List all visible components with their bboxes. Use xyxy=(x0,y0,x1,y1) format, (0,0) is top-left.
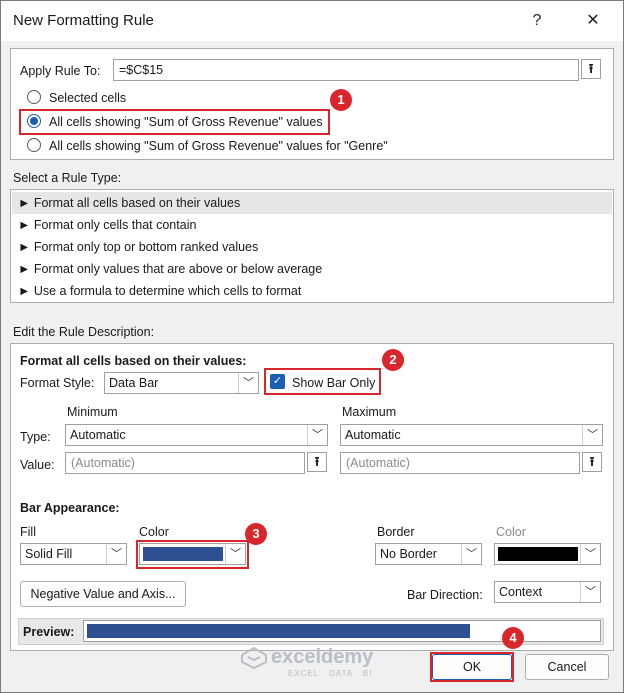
help-icon[interactable]: ? xyxy=(525,9,549,33)
collapse-dialog-icon[interactable]: ⭱ xyxy=(582,452,602,472)
highlight-box-3 xyxy=(136,540,249,569)
negative-value-axis-button[interactable]: Negative Value and Axis... xyxy=(20,581,186,607)
exceldemy-logo-icon xyxy=(241,646,267,670)
bar-direction-dropdown[interactable]: Context ﹀ xyxy=(494,581,601,603)
min-type-dropdown[interactable]: Automatic ﹀ xyxy=(65,424,328,446)
watermark-brand: exceldemy xyxy=(271,646,374,668)
maximum-label: Maximum xyxy=(342,405,397,419)
chevron-down-icon: ﹀ xyxy=(307,425,327,445)
format-style-label: Format Style: xyxy=(20,376,95,390)
rule-description-label: Edit the Rule Description: xyxy=(13,325,155,339)
border-color-swatch xyxy=(498,547,578,561)
chevron-down-icon: ﹀ xyxy=(580,544,600,564)
rule-type-list: ► Format all cells based on their values… xyxy=(10,189,614,303)
close-icon[interactable]: ✕ xyxy=(581,9,605,33)
min-type-value: Automatic xyxy=(70,428,126,442)
border-type-value: No Border xyxy=(380,547,437,561)
rule-type-item[interactable]: ► Format all cells based on their values xyxy=(12,192,612,214)
preview-label: Preview: xyxy=(23,625,75,639)
rule-type-item[interactable]: ► Format only top or bottom ranked value… xyxy=(12,236,612,258)
min-value-input[interactable]: (Automatic) xyxy=(65,452,305,474)
radio-label-all-cells-genre: All cells showing "Sum of Gross Revenue"… xyxy=(49,139,388,153)
format-style-dropdown[interactable]: Data Bar ﹀ xyxy=(104,372,259,394)
max-type-dropdown[interactable]: Automatic ﹀ xyxy=(340,424,603,446)
type-label: Type: xyxy=(20,430,51,444)
collapse-dialog-icon[interactable]: ⭱ xyxy=(581,59,601,79)
bar-direction-label: Bar Direction: xyxy=(407,588,483,602)
step-badge-2: 2 xyxy=(382,349,404,371)
bar-appearance-heading: Bar Appearance: xyxy=(20,501,120,515)
fill-type-dropdown[interactable]: Solid Fill ﹀ xyxy=(20,543,127,565)
fill-color-label: Color xyxy=(139,525,169,539)
apply-rule-input[interactable]: =$C$15 xyxy=(113,59,579,81)
dialog-title: New Formatting Rule xyxy=(13,12,154,29)
step-badge-4: 4 xyxy=(502,627,524,649)
rule-type-item[interactable]: ► Use a formula to determine which cells… xyxy=(12,280,612,302)
border-color-dropdown[interactable]: ﹀ xyxy=(494,543,601,565)
chevron-down-icon: ﹀ xyxy=(582,425,602,445)
border-type-dropdown[interactable]: No Border ﹀ xyxy=(375,543,482,565)
fill-type-value: Solid Fill xyxy=(25,547,73,561)
format-style-value: Data Bar xyxy=(109,376,159,390)
radio-selected-cells[interactable] xyxy=(27,90,41,104)
rule-type-label: Select a Rule Type: xyxy=(13,171,122,185)
chevron-down-icon: ﹀ xyxy=(238,373,258,393)
radio-label-selected-cells: Selected cells xyxy=(49,91,127,105)
border-label: Border xyxy=(377,525,415,539)
minimum-label: Minimum xyxy=(67,405,118,419)
title-bar: New Formatting Rule ? ✕ xyxy=(1,1,623,41)
highlight-box-4 xyxy=(430,652,514,682)
apply-rule-label: Apply Rule To: xyxy=(20,64,101,78)
rule-type-item[interactable]: ► Format only values that are above or b… xyxy=(12,258,612,280)
bar-direction-value: Context xyxy=(499,585,543,599)
step-badge-1: 1 xyxy=(330,89,352,111)
max-type-value: Automatic xyxy=(345,428,401,442)
fill-label: Fill xyxy=(20,525,36,539)
radio-all-cells-genre[interactable] xyxy=(27,138,41,152)
chevron-down-icon: ﹀ xyxy=(580,582,600,602)
highlight-box-1 xyxy=(19,109,330,135)
value-label: Value: xyxy=(20,458,55,472)
border-color-label: Color xyxy=(496,525,526,539)
description-heading: Format all cells based on their values: xyxy=(20,354,247,368)
new-formatting-rule-dialog: New Formatting Rule ? ✕ Apply Rule To: =… xyxy=(0,0,624,693)
preview-data-bar xyxy=(87,624,470,638)
rule-type-item[interactable]: ► Format only cells that contain xyxy=(12,214,612,236)
chevron-down-icon: ﹀ xyxy=(106,544,126,564)
max-value-input[interactable]: (Automatic) xyxy=(340,452,580,474)
step-badge-3: 3 xyxy=(245,523,267,545)
highlight-box-2 xyxy=(264,368,381,395)
chevron-down-icon: ﹀ xyxy=(461,544,481,564)
cancel-button[interactable]: Cancel xyxy=(525,654,609,680)
watermark-tagline: EXCEL · DATA · BI xyxy=(288,669,373,678)
collapse-dialog-icon[interactable]: ⭱ xyxy=(307,452,327,472)
